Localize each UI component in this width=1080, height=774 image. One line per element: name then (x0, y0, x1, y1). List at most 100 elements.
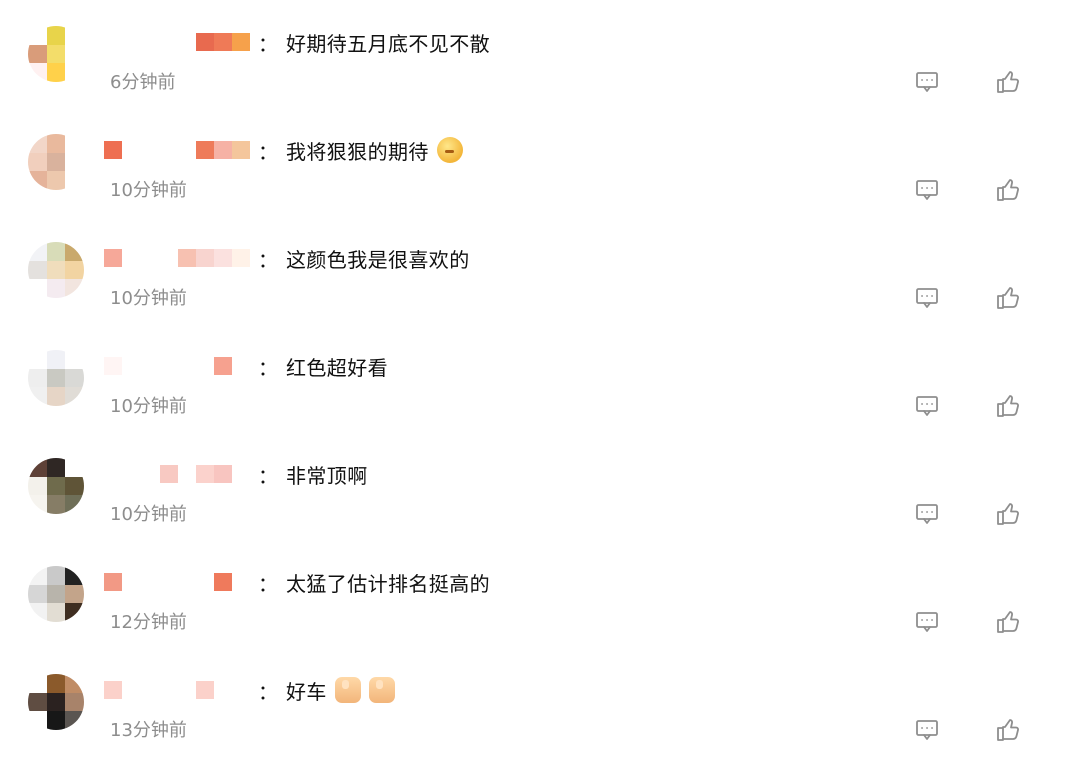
avatar-pixel (65, 674, 84, 693)
comment-item: ： 我将狠狠的期待 10分钟前 (0, 108, 1080, 216)
timestamp: 12分钟前 (110, 612, 187, 633)
avatar[interactable] (28, 134, 84, 190)
name-pixel (232, 357, 250, 375)
avatar-pixel (28, 63, 47, 82)
avatar-pixel (46, 584, 66, 604)
avatar-pixel (46, 387, 66, 406)
name-pixel (160, 33, 178, 51)
reply-icon[interactable] (913, 284, 941, 312)
name-pixel (178, 249, 196, 267)
avatar-pixel (65, 350, 84, 369)
avatar-pixel (28, 242, 47, 261)
avatar-pixel (46, 260, 66, 280)
avatar[interactable] (28, 458, 84, 514)
comment-line: ： 非常顶啊 (104, 459, 368, 489)
like-icon[interactable] (994, 176, 1022, 204)
avatar-pixel (46, 44, 66, 64)
name-pixel (104, 573, 122, 591)
avatar[interactable] (28, 26, 84, 82)
username[interactable] (104, 140, 250, 160)
avatar-pixel (28, 279, 47, 298)
avatar-pixel (28, 152, 47, 172)
name-pixel (196, 357, 214, 375)
name-pixel (214, 681, 232, 699)
avatar-pixel (28, 566, 47, 585)
comment-item: ： 红色超好看 10分钟前 (0, 324, 1080, 432)
avatar-pixel (28, 674, 47, 693)
avatar-pixel (65, 368, 84, 388)
comment-text: 我将狠狠的期待 (286, 139, 429, 164)
name-pixel (232, 33, 250, 51)
username[interactable] (104, 248, 250, 268)
name-pixel (104, 33, 122, 51)
avatar-pixel (46, 171, 66, 190)
name-pixel (196, 573, 214, 591)
avatar-pixel (28, 458, 47, 477)
name-pixel (178, 33, 196, 51)
name-pixel (196, 33, 214, 51)
name-gap (122, 681, 160, 699)
avatar-pixel (65, 260, 84, 280)
name-pixel (178, 141, 196, 159)
like-icon[interactable] (994, 68, 1022, 96)
avatar-pixel (65, 584, 84, 604)
avatar-pixel (46, 674, 66, 693)
reply-icon[interactable] (913, 68, 941, 96)
name-pixel (196, 681, 214, 699)
like-icon[interactable] (994, 500, 1022, 528)
name-gap (122, 465, 160, 483)
avatar-pixel (65, 387, 84, 406)
name-pixel (160, 465, 178, 483)
name-pixel (196, 249, 214, 267)
avatar-pixel (28, 603, 47, 622)
comment-line: ： 好期待五月底不见不散 (104, 27, 490, 57)
avatar-pixel (65, 692, 84, 712)
avatar-pixel (28, 387, 47, 406)
name-pixel (232, 141, 250, 159)
username[interactable] (104, 680, 250, 700)
name-pixel (104, 141, 122, 159)
username[interactable] (104, 572, 250, 592)
comment-text: 好期待五月底不见不散 (286, 31, 490, 56)
name-pixel (232, 681, 250, 699)
comment-text: 好车 (286, 679, 327, 704)
avatar-pixel (65, 171, 84, 190)
name-gap (122, 141, 160, 159)
avatar-pixel (65, 711, 84, 730)
avatar-pixel (65, 152, 84, 172)
reply-icon[interactable] (913, 392, 941, 420)
name-gap (122, 573, 160, 591)
like-icon[interactable] (994, 716, 1022, 744)
username[interactable] (104, 32, 250, 52)
colon-text: ： (258, 463, 278, 488)
colon-text: ： (258, 247, 278, 272)
avatar[interactable] (28, 242, 84, 298)
avatar-pixel (46, 242, 66, 261)
avatar-pixel (46, 152, 66, 172)
reply-icon[interactable] (913, 716, 941, 744)
reply-icon[interactable] (913, 500, 941, 528)
like-icon[interactable] (994, 284, 1022, 312)
username[interactable] (104, 356, 250, 376)
name-pixel (178, 357, 196, 375)
reply-icon[interactable] (913, 176, 941, 204)
like-icon[interactable] (994, 608, 1022, 636)
avatar-pixel (65, 134, 84, 153)
colon-text: ： (258, 355, 278, 380)
comment-item: ： 这颜色我是很喜欢的 10分钟前 (0, 216, 1080, 324)
avatar-pixel (65, 603, 84, 622)
username[interactable] (104, 464, 250, 484)
avatar-pixel (28, 260, 47, 280)
avatar[interactable] (28, 674, 84, 730)
like-icon[interactable] (994, 392, 1022, 420)
avatar-pixel (65, 26, 84, 45)
avatar[interactable] (28, 566, 84, 622)
comment-text: 非常顶啊 (286, 463, 368, 488)
timestamp: 6分钟前 (110, 72, 176, 93)
name-pixel (214, 465, 232, 483)
reply-icon[interactable] (913, 608, 941, 636)
avatar[interactable] (28, 350, 84, 406)
comment-line: ： 太猛了估计排名挺高的 (104, 567, 490, 597)
thumbs-up-emoji-icon (334, 677, 361, 703)
avatar-pixel (28, 350, 47, 369)
